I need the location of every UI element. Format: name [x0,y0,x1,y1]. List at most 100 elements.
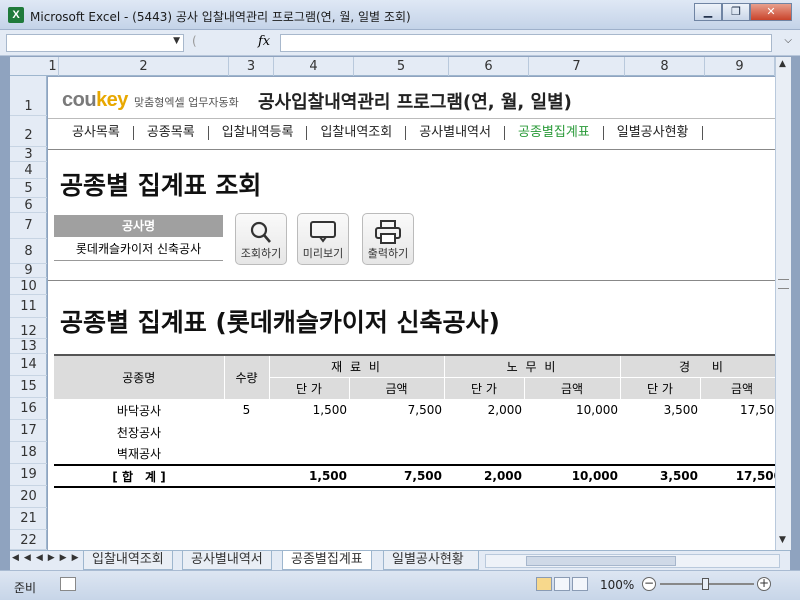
column-header[interactable]: 4 [274,57,354,76]
row-header[interactable]: 7 [10,213,47,239]
nav-item-bid-register[interactable]: 입찰내역등록 [209,126,308,140]
row-header[interactable]: 15 [10,376,47,398]
row-header[interactable]: 20 [10,486,47,508]
row-header[interactable]: 3 [10,147,47,162]
report-title: 공종별 집계표 (롯데캐슬카이저 신축공사) [60,308,500,337]
nav-item-work-type-summary[interactable]: 공종별집계표 [505,126,604,140]
cell-qty[interactable]: 5 [224,399,269,421]
print-button-label: 출력하기 [367,247,409,260]
row-header[interactable]: 6 [10,198,47,213]
close-button[interactable]: ✕ [750,3,792,21]
horizontal-scrollbar[interactable] [485,554,780,568]
cell-labor-unit[interactable] [444,443,524,465]
cell-labor-amount[interactable]: 10,000 [524,399,620,421]
cell-item[interactable]: 천장공사 [54,421,224,443]
zoom-out-icon[interactable]: − [642,577,656,591]
cell-material-unit[interactable] [269,421,349,443]
row-header[interactable]: 18 [10,442,47,464]
cell-qty[interactable] [224,421,269,443]
cell-expense-amount[interactable] [700,443,775,465]
header-unit-price: 단 가 [620,377,701,399]
column-header[interactable]: 2 [59,57,229,76]
zoom-level[interactable]: 100% [600,578,634,592]
row-header[interactable]: 16 [10,398,47,420]
row-header[interactable]: 4 [10,162,47,179]
cell-material-unit[interactable] [269,443,349,465]
minimize-button[interactable]: ▁ [694,3,722,21]
cell-labor-amount[interactable] [524,421,620,443]
sheet-tab[interactable]: 입찰내역조회 [83,551,173,570]
row-header[interactable]: 21 [10,508,47,530]
scroll-grip-icon[interactable] [778,279,789,289]
name-box[interactable]: ▼ [6,34,184,52]
macro-record-icon[interactable] [60,577,76,591]
row-header[interactable]: 22 [10,530,47,550]
row-header[interactable]: 2 [10,116,47,147]
row-header[interactable]: 17 [10,420,47,442]
print-button[interactable]: 출력하기 [362,213,414,265]
header-item: 공종명 [54,354,225,399]
row-header[interactable]: 13 [10,339,47,354]
zoom-in-icon[interactable]: + [757,577,771,591]
page-break-view-icon[interactable] [572,577,588,591]
scroll-down-icon[interactable]: ▼ [779,535,786,545]
cell-qty[interactable] [224,443,269,465]
preview-button[interactable]: 미리보기 [297,213,349,265]
zoom-slider-handle[interactable] [702,578,709,590]
row-header[interactable]: 12 [10,318,47,339]
sheet-tab[interactable]: 공사별내역서 [182,551,272,570]
formula-input[interactable] [280,34,772,52]
column-header[interactable]: 7 [529,57,625,76]
column-header[interactable]: 5 [354,57,449,76]
cell-material-amount[interactable] [349,443,444,465]
row-header[interactable]: 5 [10,179,47,198]
column-header[interactable]: 8 [625,57,705,76]
row-header[interactable]: 1 [10,76,47,116]
row-header[interactable]: 10 [10,278,47,295]
vertical-scrollbar[interactable]: ▲ ▼ [775,57,791,550]
column-header[interactable]: 1 [47,57,59,76]
cell-material-amount[interactable] [349,421,444,443]
preview-button-label: 미리보기 [302,247,344,260]
row-header[interactable]: 19 [10,464,47,486]
scroll-up-icon[interactable]: ▲ [779,59,786,69]
nav-item-project-list[interactable]: 공사목록 [48,126,134,140]
row-header[interactable]: 8 [10,239,47,264]
maximize-button[interactable]: ❐ [722,3,750,21]
worksheet[interactable]: coukey 맞춤형엑셀 업무자동화 공사입찰내역관리 프로그램(연, 월, 일… [48,77,775,550]
expand-formula-icon[interactable]: ⌵ [784,35,792,46]
project-name-field[interactable]: 롯데캐슬카이저 신축공사 [54,237,223,261]
cell-expense-unit[interactable] [620,443,700,465]
cell-item[interactable]: 바닥공사 [54,399,224,421]
nav-item-daily-status[interactable]: 일별공사현황 [604,126,703,140]
cell-labor-amount[interactable] [524,443,620,465]
row-header[interactable]: 9 [10,264,47,278]
normal-view-icon[interactable] [536,577,552,591]
column-header[interactable]: 3 [229,57,274,76]
search-button[interactable]: 조회하기 [235,213,287,265]
scroll-thumb[interactable] [526,556,676,566]
top-nav: 공사목록 공종목록 입찰내역등록 입찰내역조회 공사별내역서 공종별집계표 일별… [48,121,775,145]
cell-expense-unit[interactable] [620,421,700,443]
chevron-down-icon[interactable]: ▼ [173,36,180,46]
sheet-tab-active[interactable]: 공종별집계표 [282,551,372,570]
cell-expense-amount[interactable]: 17,500 [700,399,775,421]
cell-material-unit[interactable]: 1,500 [269,399,349,421]
cell-material-amount[interactable]: 7,500 [349,399,444,421]
row-header[interactable]: 14 [10,354,47,376]
nav-item-project-statement[interactable]: 공사별내역서 [406,126,505,140]
cell-expense-amount[interactable] [700,421,775,443]
cell-item[interactable]: 벽재공사 [54,443,224,465]
row-header[interactable]: 11 [10,295,47,318]
column-header[interactable]: 6 [449,57,529,76]
cell-labor-unit[interactable]: 2,000 [444,399,524,421]
sheet-tab[interactable]: 일별공사현황 [383,551,479,570]
page-layout-view-icon[interactable] [554,577,570,591]
nav-item-work-type-list[interactable]: 공종목록 [134,126,209,140]
nav-item-bid-search[interactable]: 입찰내역조회 [307,126,407,140]
sheet-nav-arrows-icon[interactable]: ◀◀◀▶▶▶ [12,553,84,563]
cell-labor-unit[interactable] [444,421,524,443]
cell-expense-unit[interactable]: 3,500 [620,399,700,421]
column-header[interactable]: 9 [705,57,775,76]
fx-icon[interactable]: fx [258,34,270,49]
